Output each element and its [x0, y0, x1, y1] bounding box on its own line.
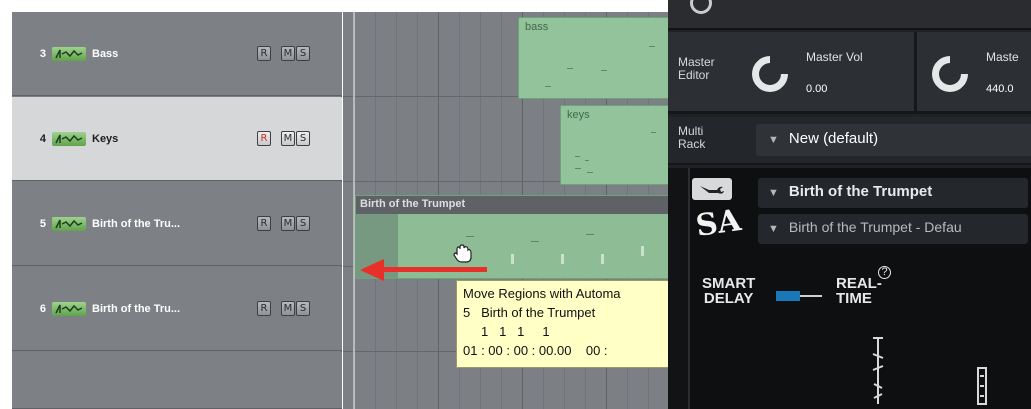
- track-header-5[interactable]: 5 Birth of the Tru... R M S: [12, 182, 342, 266]
- solo-button[interactable]: S: [296, 46, 310, 61]
- decorative-script-art: [975, 366, 989, 406]
- dropdown-caret-icon: ▼: [768, 134, 779, 146]
- region-label: keys: [567, 109, 590, 121]
- track-list: 3 Bass R M S 4 Keys R M S 5 Birth of the…: [12, 12, 342, 409]
- record-enable-button[interactable]: R: [257, 46, 271, 61]
- track-number: 4: [39, 132, 46, 145]
- midi-note: [575, 168, 581, 169]
- midi-note: [585, 160, 589, 161]
- track-name[interactable]: Keys: [92, 133, 222, 145]
- mute-button[interactable]: M: [281, 46, 295, 61]
- solo-button[interactable]: S: [296, 216, 310, 231]
- playhead[interactable]: [353, 12, 355, 409]
- midi-note: [567, 68, 573, 69]
- midi-note: [587, 172, 593, 173]
- toggle-track: [800, 295, 822, 297]
- help-icon[interactable]: ?: [878, 266, 891, 279]
- region-header: Birth of the Trumpet: [356, 196, 673, 214]
- region-label: bass: [525, 21, 549, 33]
- midi-note: [575, 156, 580, 157]
- solo-button[interactable]: S: [296, 131, 310, 146]
- dropdown-caret-icon: ▼: [768, 187, 779, 199]
- instrument-track-icon: [52, 301, 86, 316]
- wrench-icon[interactable]: [692, 178, 732, 200]
- drag-arrow-head: [360, 259, 384, 281]
- record-enable-button[interactable]: R: [257, 131, 271, 146]
- track-number: 6: [39, 302, 46, 315]
- rack-preset-value: New (default): [788, 130, 879, 147]
- bass-region[interactable]: bass: [518, 17, 673, 99]
- decorative-script-art: [870, 336, 886, 406]
- midi-note: [586, 234, 594, 235]
- midi-note: [649, 46, 655, 47]
- record-enable-button[interactable]: R: [257, 216, 271, 231]
- mute-button[interactable]: M: [281, 216, 295, 231]
- instrument-panel: Master Editor Master Vol 0.00 Maste 440.…: [668, 0, 1031, 409]
- track-name[interactable]: Bass: [92, 48, 222, 60]
- instrument-track-icon: [52, 131, 86, 146]
- midi-note: [545, 86, 551, 87]
- master-vol-label: Master Vol: [806, 50, 863, 64]
- midi-note: [601, 254, 604, 264]
- midi-note: [601, 70, 607, 71]
- instrument-select[interactable]: ▼ Birth of the Trumpet: [758, 178, 1028, 208]
- mute-button[interactable]: M: [281, 131, 295, 146]
- midi-note: [651, 132, 656, 133]
- smart-delay-label: SMART DELAY: [702, 275, 756, 307]
- track-name[interactable]: Birth of the Tru...: [92, 303, 222, 315]
- track-name[interactable]: Birth of the Tru...: [92, 218, 222, 230]
- midi-note: [511, 254, 514, 264]
- midi-note: [641, 246, 644, 256]
- top-knob[interactable]: [690, 0, 712, 14]
- instrument-track-icon: [52, 216, 86, 231]
- multi-rack-label: Multi Rack: [678, 124, 706, 151]
- track-header-4[interactable]: 4 Keys R M S: [12, 97, 342, 181]
- multi-rack-row: Multi Rack ▼ New (default): [668, 117, 1031, 165]
- master-tune-knob[interactable]: [924, 48, 976, 100]
- track-header-6[interactable]: 6 Birth of the Tru... R M S: [12, 267, 342, 351]
- track-number: 5: [39, 217, 46, 230]
- record-enable-button[interactable]: R: [257, 301, 271, 316]
- snapshot-select[interactable]: ▼ Birth of the Trumpet - Defau: [758, 214, 1028, 244]
- master-controls: Master Editor Master Vol 0.00 Maste 440.…: [668, 32, 1031, 114]
- hand-cursor-icon: [452, 244, 474, 269]
- solo-button[interactable]: S: [296, 301, 310, 316]
- mute-button[interactable]: M: [281, 301, 295, 316]
- move-regions-tooltip: Move Regions with Automa 5 Birth of the …: [456, 280, 676, 368]
- midi-note: [531, 241, 539, 242]
- midi-note: [561, 254, 564, 264]
- dropdown-caret-icon: ▼: [768, 223, 779, 235]
- master-editor-label[interactable]: Master Editor: [678, 56, 715, 82]
- instrument-name: Birth of the Trumpet: [788, 183, 933, 200]
- track-header-3[interactable]: 3 Bass R M S: [12, 12, 342, 96]
- spitfire-logo: SA: [693, 203, 744, 244]
- real-time-label[interactable]: REAL- TIME: [836, 276, 882, 306]
- master-tune-label: Maste: [986, 50, 1019, 64]
- tooltip-position-bars: 1 1 1 1: [481, 324, 550, 339]
- master-vol-knob[interactable]: [744, 48, 796, 100]
- tooltip-track: 5 Birth of the Trumpet: [463, 305, 596, 320]
- track-number: 3: [39, 47, 46, 60]
- master-tune-value[interactable]: 440.0: [986, 83, 1014, 95]
- snapshot-name: Birth of the Trumpet - Defau: [788, 219, 962, 235]
- instrument-track-icon: [52, 46, 86, 61]
- tooltip-position-smpte: 01 : 00 : 00 : 00.00 00 :: [463, 343, 608, 358]
- smart-delay-toggle[interactable]: [776, 291, 800, 301]
- rack-preset-select[interactable]: ▼ New (default): [756, 124, 1031, 156]
- midi-note: [466, 236, 474, 237]
- divider: [914, 32, 917, 114]
- tooltip-action: Move Regions with Automa: [463, 286, 621, 301]
- master-vol-value[interactable]: 0.00: [806, 83, 827, 95]
- empty-track-area: [12, 352, 342, 409]
- top-strip: [668, 0, 1031, 30]
- keys-region[interactable]: keys: [560, 105, 673, 185]
